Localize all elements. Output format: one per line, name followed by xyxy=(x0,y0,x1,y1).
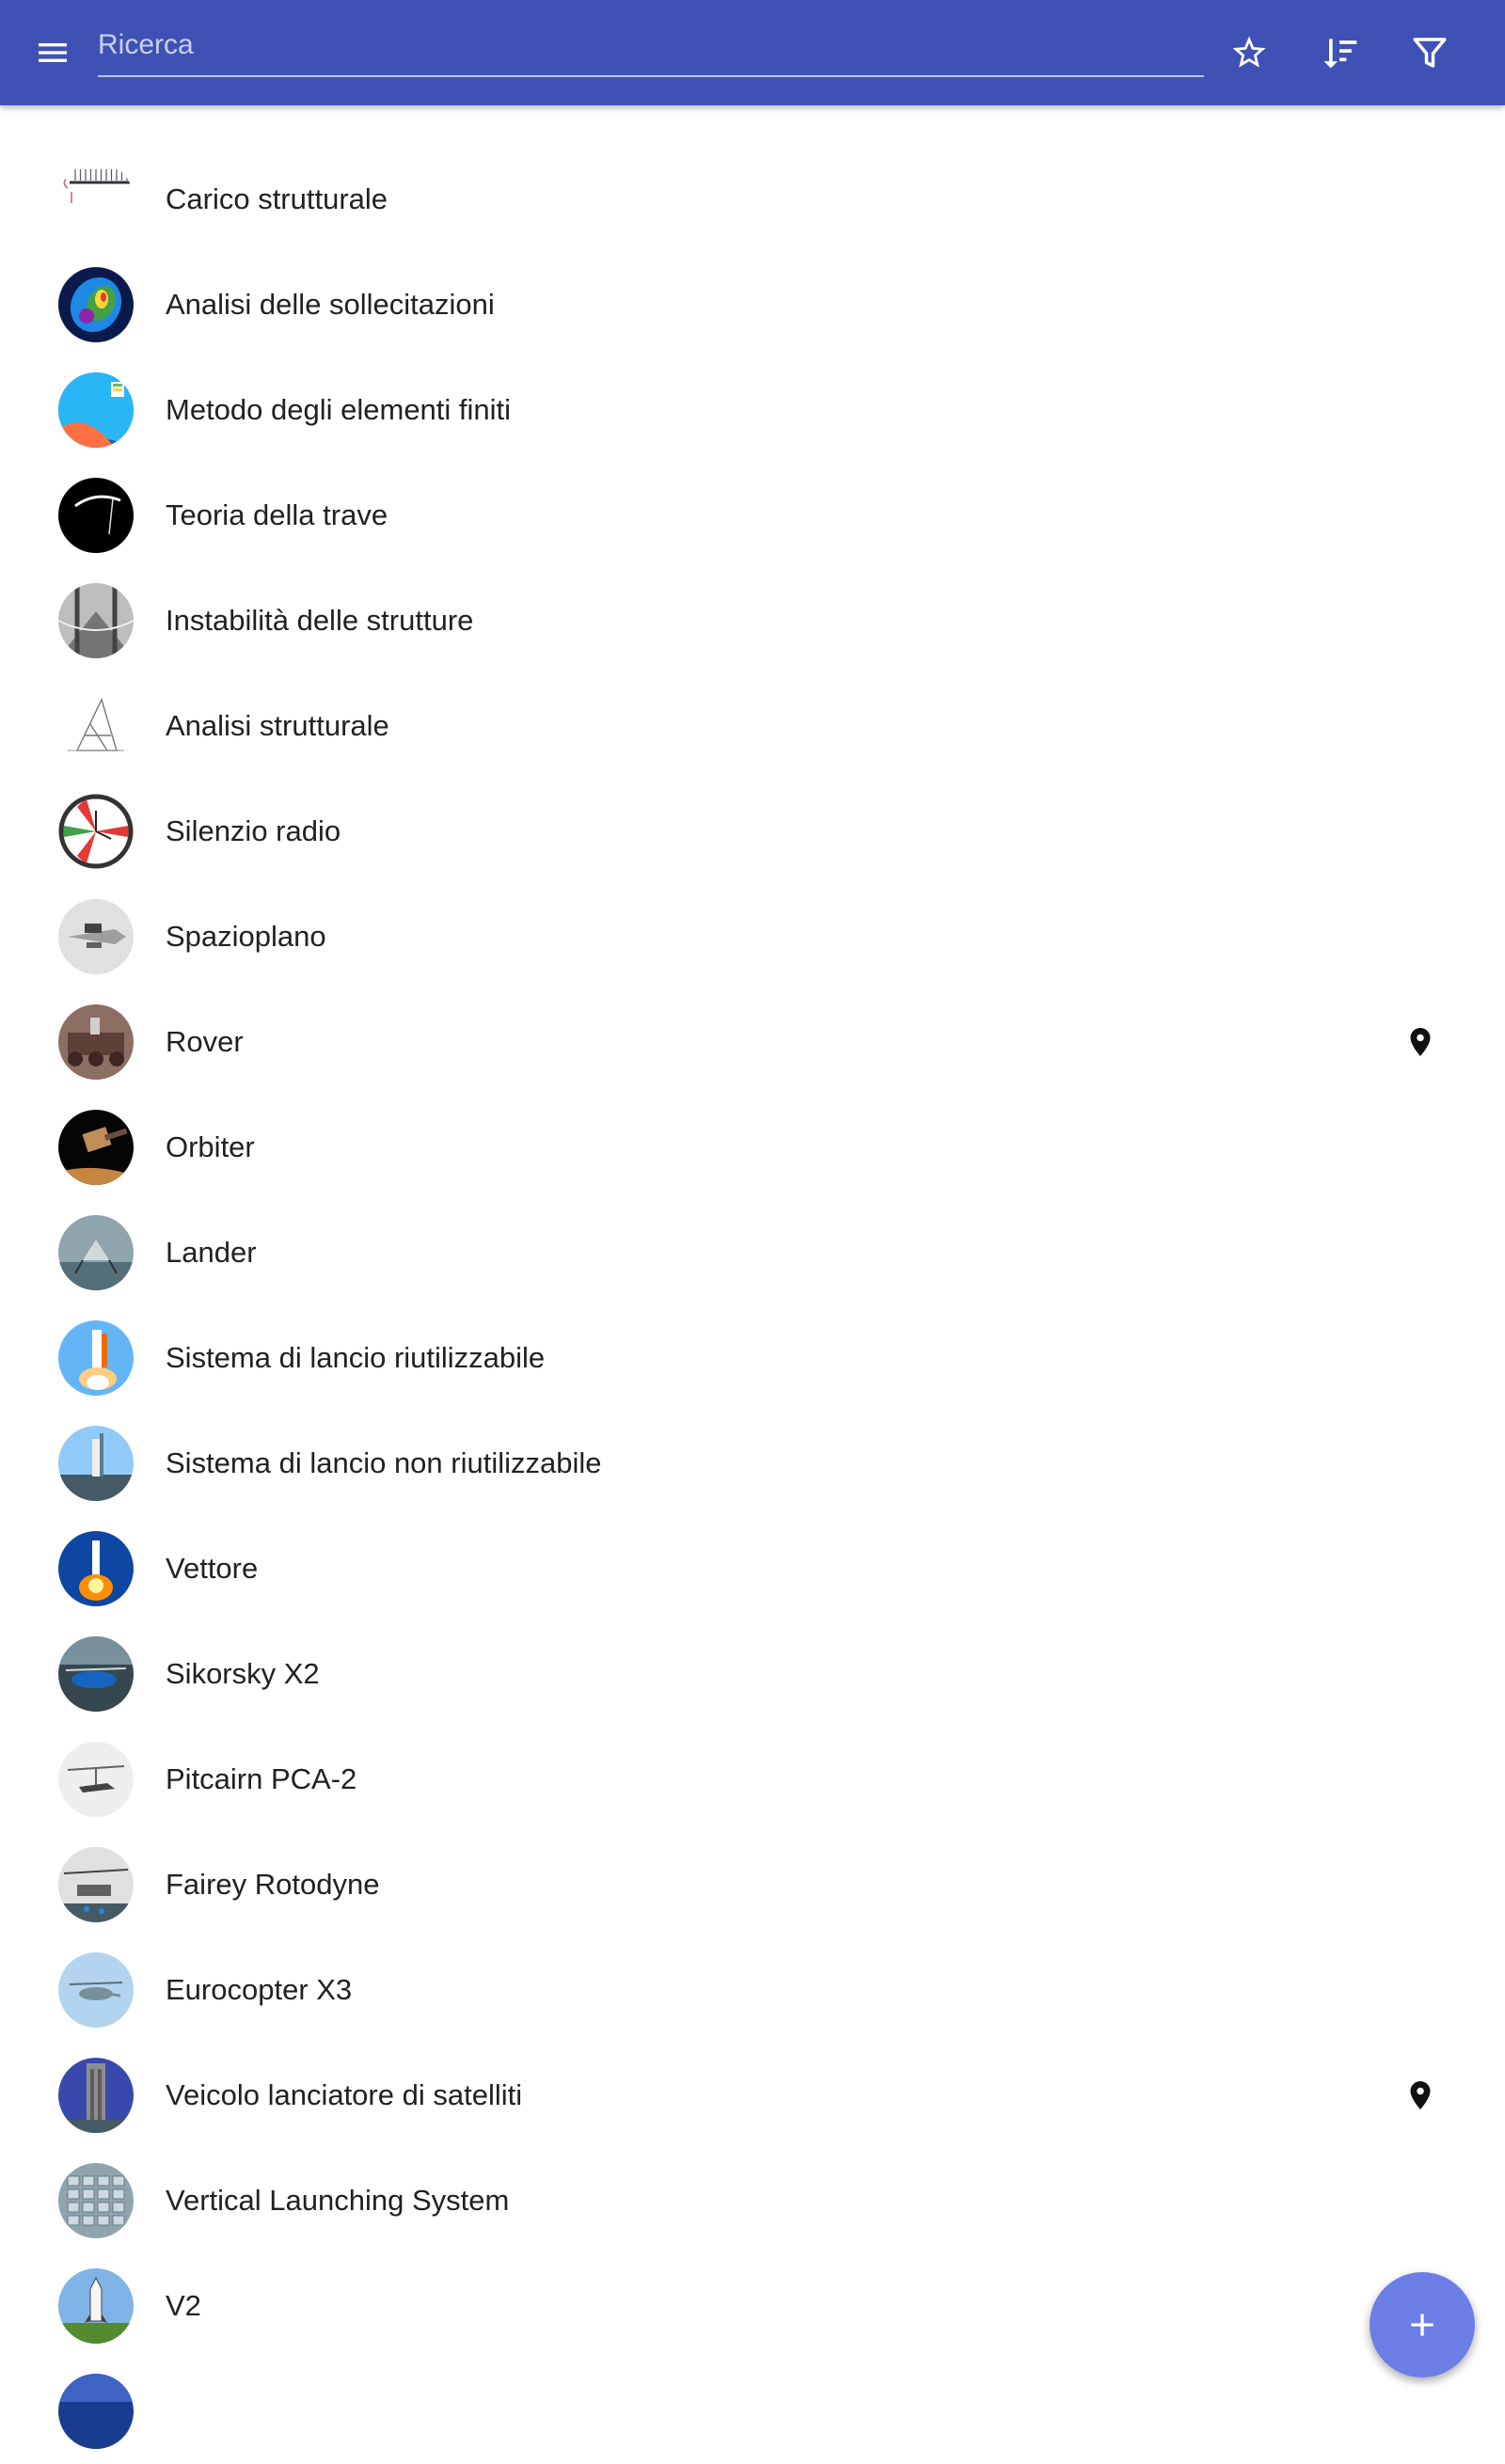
list-item[interactable]: Sistema di lancio non riutilizzabile xyxy=(0,1411,1505,1516)
list-item[interactable] xyxy=(0,2359,1505,2464)
list-item[interactable]: Orbiter xyxy=(0,1095,1505,1200)
thumbnail-image xyxy=(58,2163,134,2238)
list-item-label: Analisi strutturale xyxy=(166,709,389,742)
plus-icon xyxy=(1411,2314,1434,2336)
menu-icon xyxy=(39,43,67,62)
menu-button[interactable] xyxy=(21,21,85,85)
thumbnail-image xyxy=(58,1847,134,1922)
location-pin-icon[interactable] xyxy=(1402,2077,1439,2114)
list-item-label: Spazioplano xyxy=(166,920,326,953)
list-item-label: Teoria della trave xyxy=(166,498,388,531)
list-item[interactable]: Carico strutturale xyxy=(0,147,1505,252)
search-input[interactable] xyxy=(98,17,1204,73)
thumbnail-image xyxy=(58,267,134,342)
thumbnail-image xyxy=(58,794,134,869)
sort-icon xyxy=(1323,39,1357,69)
list-item[interactable]: Lander xyxy=(0,1200,1505,1305)
list-item[interactable]: Silenzio radio xyxy=(0,779,1505,884)
list-item[interactable]: Fairey Rotodyne xyxy=(0,1832,1505,1937)
list-item-label: Vettore xyxy=(166,1552,259,1585)
list-item-label: Pitcairn PCA-2 xyxy=(166,1762,357,1795)
list-item[interactable]: Spazioplano xyxy=(0,884,1505,989)
list-item[interactable]: Rover xyxy=(0,989,1505,1095)
add-fab-button[interactable] xyxy=(1370,2272,1475,2377)
list-item[interactable]: Eurocopter X3 xyxy=(0,1937,1505,2043)
list-item-label: Instabilità delle strutture xyxy=(166,604,474,637)
search-field xyxy=(98,17,1204,77)
favorites-button[interactable] xyxy=(1217,21,1281,85)
list-item-label: Fairey Rotodyne xyxy=(166,1868,380,1901)
thumbnail-image xyxy=(58,2268,134,2344)
thumbnail-image xyxy=(58,899,134,974)
thumbnail-image xyxy=(58,1320,134,1396)
list-item-label: Orbiter xyxy=(166,1130,255,1163)
star-outline-icon xyxy=(1232,36,1266,68)
thumbnail-image xyxy=(58,1531,134,1606)
list-item-label: Lander xyxy=(166,1236,257,1269)
list-item-label: Sistema di lancio riutilizzabile xyxy=(166,1341,546,1374)
list-item[interactable]: V2 xyxy=(0,2253,1505,2359)
location-pin-icon[interactable] xyxy=(1402,1023,1439,1061)
list-item[interactable]: Metodo degli elementi finiti xyxy=(0,357,1505,463)
list-item[interactable]: Pitcairn PCA-2 xyxy=(0,1727,1505,1832)
list-item-label: Eurocopter X3 xyxy=(166,1973,353,2006)
thumbnail-image xyxy=(58,372,134,448)
list-item-label: Analisi delle sollecitazioni xyxy=(166,288,495,321)
list-item[interactable]: Sistema di lancio riutilizzabile xyxy=(0,1305,1505,1411)
app-bar xyxy=(0,0,1505,105)
list-item[interactable]: Analisi strutturale xyxy=(0,673,1505,779)
list-item-label: Sikorsky X2 xyxy=(166,1657,320,1690)
filter-icon xyxy=(1413,38,1447,68)
thumbnail-image xyxy=(58,2374,134,2449)
list-item[interactable]: Instabilità delle strutture xyxy=(0,568,1505,673)
list-item-label: Carico strutturale xyxy=(166,182,388,215)
articles-list: Carico strutturale Analisi delle sollecit… xyxy=(0,147,1505,2464)
thumbnail-image xyxy=(58,1426,134,1501)
thumbnail-image xyxy=(58,1742,134,1817)
list-item-label: Veicolo lanciatore di satelliti xyxy=(166,2078,523,2111)
thumbnail-image xyxy=(58,478,134,553)
list-item[interactable]: Vettore xyxy=(0,1516,1505,1621)
thumbnail-image xyxy=(58,1952,134,2028)
list-item-label: Silenzio radio xyxy=(166,814,341,847)
sort-button[interactable] xyxy=(1307,21,1371,85)
list-item-label: Rover xyxy=(166,1025,244,1058)
list-item[interactable]: Sikorsky X2 xyxy=(0,1621,1505,1727)
list-item[interactable]: Veicolo lanciatore di satelliti xyxy=(0,2043,1505,2148)
list-item-label: Sistema di lancio non riutilizzabile xyxy=(166,1446,602,1479)
list-item-label: V2 xyxy=(166,2289,201,2322)
thumbnail-image xyxy=(58,1110,134,1185)
thumbnail-image xyxy=(58,2058,134,2133)
list-item[interactable]: Analisi delle sollecitazioni xyxy=(0,252,1505,357)
thumbnail-image xyxy=(58,1215,134,1290)
thumbnail-image xyxy=(58,1004,134,1080)
list-item[interactable]: Vertical Launching System xyxy=(0,2148,1505,2253)
filter-button[interactable] xyxy=(1398,21,1462,85)
list-item[interactable]: Teoria della trave xyxy=(0,463,1505,568)
thumbnail-image xyxy=(58,1636,134,1712)
list-item-label: Vertical Launching System xyxy=(166,2184,510,2217)
thumbnail-image xyxy=(58,583,134,658)
list-item-label: Metodo degli elementi finiti xyxy=(166,393,512,426)
thumbnail-image xyxy=(58,162,134,237)
thumbnail-image xyxy=(58,688,134,764)
